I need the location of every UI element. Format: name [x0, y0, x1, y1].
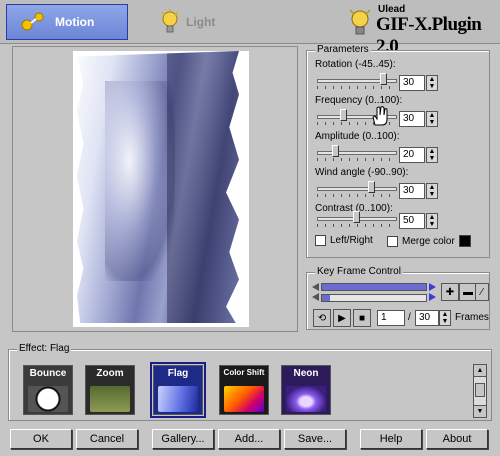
merge-color-label: Merge color — [402, 235, 455, 247]
contrast-slider-thumb[interactable] — [353, 211, 360, 223]
current-frame-input[interactable]: 1 — [377, 310, 405, 326]
wind-angle-slider-track[interactable] — [317, 187, 397, 191]
tab-motion[interactable]: Motion — [6, 4, 128, 40]
kf-left-arrows-icon — [312, 283, 319, 301]
wand-icon: ⁄ — [481, 286, 483, 298]
ok-button[interactable]: OK — [10, 429, 72, 449]
effect-color-shift[interactable]: Color Shift — [219, 365, 269, 415]
about-button[interactable]: About — [426, 429, 488, 449]
rotation-slider-ticks — [317, 86, 397, 89]
neon-icon — [286, 386, 326, 412]
color-shift-icon — [224, 386, 264, 412]
scroll-down-arrow[interactable]: ▼ — [474, 405, 486, 417]
amplitude-slider-track[interactable] — [317, 151, 397, 155]
minus-icon: ▬ — [463, 286, 473, 298]
play-button[interactable]: ▶ — [333, 309, 351, 327]
effects-group: Effect: Flag Bounce Zoom Flag Color Shif… — [8, 343, 492, 421]
amplitude-input[interactable]: 20 — [399, 147, 425, 163]
brand-bulb-icon — [349, 9, 371, 35]
frames-label: Frames — [455, 312, 489, 323]
effect-neon[interactable]: Neon — [281, 365, 331, 415]
stop-icon: ■ — [358, 312, 366, 324]
save-button[interactable]: Save... — [284, 429, 346, 449]
left-right-checkbox[interactable] — [315, 235, 326, 246]
parameters-title: Parameters — [315, 44, 371, 55]
wind-angle-input[interactable]: 30 — [399, 183, 425, 199]
wind-angle-spinner[interactable]: ▲ ▼ — [426, 183, 438, 199]
rotation-slider-thumb[interactable] — [380, 73, 387, 85]
total-frames-input[interactable]: 30 — [415, 310, 439, 326]
tab-light-label: Light — [186, 15, 216, 29]
preview-canvas — [73, 51, 249, 327]
effects-title: Effect: Flag — [17, 343, 72, 354]
merge-color-swatch[interactable] — [458, 235, 471, 247]
plus-icon: ✚ — [445, 286, 455, 298]
rotation-input[interactable]: 30 — [399, 75, 425, 91]
frequency-input[interactable]: 30 — [399, 111, 425, 127]
header-bar: Motion Light Ulead GIF-X.Plugin 2.0 — [0, 0, 500, 57]
help-button[interactable]: Help — [360, 429, 422, 449]
frequency-spinner[interactable]: ▲ ▼ — [426, 111, 438, 127]
effect-bounce-label: Bounce — [29, 368, 67, 379]
wind-angle-slider-thumb[interactable] — [368, 181, 375, 193]
scroll-up-arrow[interactable]: ▲ — [474, 365, 486, 377]
cancel-button[interactable]: Cancel — [76, 429, 138, 449]
add-button[interactable]: Add... — [218, 429, 280, 449]
frame-separator: / — [408, 312, 411, 323]
total-frames-spinner[interactable]: ▲ ▼ — [439, 310, 451, 326]
bounce-icon — [28, 386, 68, 412]
effect-zoom[interactable]: Zoom — [85, 365, 135, 415]
merge-color-checkbox[interactable] — [387, 235, 398, 247]
flag-preview-image — [77, 51, 239, 323]
wind-angle-slider-ticks — [317, 194, 397, 197]
brand-logo: Ulead GIF-X.Plugin 2.0 — [344, 4, 494, 57]
parameters-group: Parameters Rotation (-45..45): 30 ▲ ▼ Fre… — [306, 44, 490, 258]
loop-icon: ⟲ — [317, 312, 327, 324]
play-icon: ▶ — [338, 312, 346, 324]
kf-right-arrows-icon — [429, 283, 436, 301]
key-frame-title: Key Frame Control — [315, 266, 403, 277]
contrast-slider-ticks — [317, 224, 397, 227]
wind-angle-label: Wind angle (-90..90): — [315, 167, 409, 178]
rotation-label: Rotation (-45..45): — [315, 59, 396, 70]
motion-icon — [21, 12, 44, 31]
effect-flag[interactable]: Flag — [150, 362, 206, 418]
merge-color-checkbox-row[interactable]: Merge color — [387, 235, 471, 247]
contrast-input[interactable]: 50 — [399, 213, 425, 229]
contrast-spinner[interactable]: ▲ ▼ — [426, 213, 438, 229]
gif-x-plugin-window: { "header": { "tabs": [ {"label": "Motio… — [0, 0, 500, 456]
amplitude-slider-thumb[interactable] — [332, 145, 339, 157]
left-right-checkbox-row[interactable]: Left/Right — [315, 235, 373, 246]
tab-motion-label: Motion — [55, 15, 95, 29]
flag-icon — [158, 386, 198, 412]
amplitude-spinner[interactable]: ▲ ▼ — [426, 147, 438, 163]
scroll-thumb[interactable] — [475, 383, 485, 397]
loop-button[interactable]: ⟲ — [313, 309, 331, 327]
frequency-slider-thumb[interactable] — [340, 109, 347, 121]
amplitude-slider-ticks — [317, 158, 397, 161]
gallery-button[interactable]: Gallery... — [152, 429, 214, 449]
keyframe-track-top[interactable] — [321, 283, 427, 291]
key-frame-group: Key Frame Control ✚ ▬ ⁄ ⟲ ▶ ■ 1 / 30 ▲▼ — [306, 266, 490, 330]
hand-cursor-icon — [372, 106, 388, 126]
effects-scrollbar[interactable]: ▲ ▼ — [473, 364, 487, 418]
amplitude-label: Amplitude (0..100): — [315, 131, 400, 142]
effect-flag-label: Flag — [167, 368, 189, 379]
effect-neon-label: Neon — [293, 368, 319, 379]
preview-panel — [12, 46, 298, 332]
stop-button[interactable]: ■ — [353, 309, 371, 327]
left-right-label: Left/Right — [330, 235, 373, 246]
effect-zoom-label: Zoom — [96, 368, 124, 379]
rotation-spinner[interactable]: ▲ ▼ — [426, 75, 438, 91]
lightbulb-icon — [161, 9, 179, 33]
zoom-icon — [90, 386, 130, 412]
add-keyframe-button[interactable]: ✚ — [441, 283, 459, 301]
tab-light[interactable]: Light — [160, 4, 240, 40]
keyframe-track-bottom[interactable] — [321, 294, 427, 302]
effect-color-shift-label: Color Shift — [223, 368, 265, 377]
keyframe-tool-button[interactable]: ⁄ — [475, 283, 489, 301]
effect-bounce[interactable]: Bounce — [23, 365, 73, 415]
